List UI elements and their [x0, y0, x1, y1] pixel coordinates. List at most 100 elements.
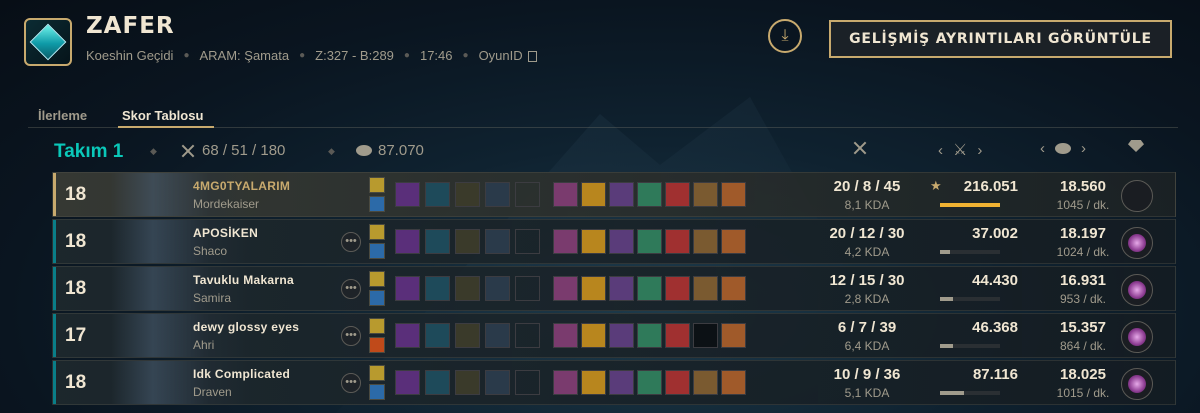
- item-icon[interactable]: [609, 323, 634, 348]
- match-score: Z:327 - B:289: [315, 48, 394, 63]
- gold-column-icon: [1055, 143, 1071, 154]
- game-id-label: OyunID: [478, 48, 523, 63]
- item-icon[interactable]: [581, 370, 606, 395]
- more-options-button[interactable]: •••: [341, 373, 361, 393]
- tab-progress[interactable]: İlerleme: [38, 108, 87, 123]
- player-gold-per-min: 864 / dk.: [1059, 339, 1107, 353]
- chevron-left-icon[interactable]: ‹: [1040, 140, 1045, 157]
- item-icon[interactable]: [721, 370, 746, 395]
- augment-icon: [485, 182, 510, 207]
- chevron-left-icon[interactable]: ‹: [938, 142, 943, 159]
- champion-name: Draven: [193, 385, 232, 399]
- item-icon[interactable]: [581, 182, 606, 207]
- item-icon[interactable]: [721, 182, 746, 207]
- player-damage: 46.368: [972, 319, 1018, 336]
- champion-name: Shaco: [193, 244, 228, 258]
- player-kda: 6 / 7 / 39: [837, 319, 897, 336]
- item-icon[interactable]: [665, 229, 690, 254]
- item-icon[interactable]: [693, 370, 718, 395]
- chevron-right-icon[interactable]: ›: [977, 142, 982, 159]
- item-icon[interactable]: [609, 229, 634, 254]
- row-accent: [53, 267, 56, 310]
- item-icon[interactable]: [693, 276, 718, 301]
- item-icon[interactable]: [609, 182, 634, 207]
- player-name[interactable]: APOSİKEN: [193, 226, 258, 240]
- augment-icon: [395, 323, 420, 348]
- summoner-spell-icon: [369, 318, 385, 334]
- chevron-right-icon[interactable]: ›: [1081, 140, 1086, 157]
- player-damage: 37.002: [972, 225, 1018, 242]
- item-icon[interactable]: [553, 229, 578, 254]
- item-icon[interactable]: [665, 276, 690, 301]
- item-icon[interactable]: [693, 229, 718, 254]
- augment-icon: [485, 229, 510, 254]
- honor-button[interactable]: [1121, 274, 1153, 306]
- item-icon[interactable]: [609, 276, 634, 301]
- kda-column-header[interactable]: [852, 140, 868, 156]
- more-options-button[interactable]: •••: [341, 232, 361, 252]
- item-icon[interactable]: [581, 276, 606, 301]
- item-icon[interactable]: [553, 182, 578, 207]
- honor-button[interactable]: [1121, 368, 1153, 400]
- damage-bar: [940, 250, 1000, 254]
- player-name[interactable]: Tavuklu Makarna: [193, 273, 294, 287]
- item-icon[interactable]: [637, 370, 662, 395]
- augment-icon: [425, 323, 450, 348]
- item-icon[interactable]: [581, 323, 606, 348]
- download-button[interactable]: ⤓: [768, 19, 802, 53]
- item-icon[interactable]: [721, 276, 746, 301]
- player-kda-ratio: 8,1 KDA: [844, 198, 890, 212]
- honor-button[interactable]: [1121, 227, 1153, 259]
- player-gold: 18.197: [1060, 225, 1106, 242]
- item-icon[interactable]: [637, 276, 662, 301]
- player-gold: 18.025: [1060, 366, 1106, 383]
- tab-scoreboard[interactable]: Skor Tablosu: [122, 108, 203, 123]
- item-icon[interactable]: [637, 229, 662, 254]
- honor-button[interactable]: [1121, 321, 1153, 353]
- player-kda: 12 / 15 / 30: [829, 272, 905, 289]
- game-mode: ARAM: Şamata: [199, 48, 290, 63]
- item-icon[interactable]: [553, 370, 578, 395]
- player-kda-ratio: 4,2 KDA: [844, 245, 890, 259]
- augment-icon: [425, 182, 450, 207]
- copy-icon[interactable]: [527, 51, 537, 62]
- player-row[interactable]: 18 Idk Complicated Draven ••• 10 / 9 / 36 5,1…: [52, 360, 1176, 405]
- more-options-button[interactable]: •••: [341, 326, 361, 346]
- item-icon[interactable]: [665, 182, 690, 207]
- player-row[interactable]: 17 dewy glossy eyes Ahri ••• 6 / 7 / 39 6,4 K…: [52, 313, 1176, 358]
- damage-bar: [940, 391, 1000, 395]
- item-icon[interactable]: [581, 229, 606, 254]
- player-name[interactable]: Idk Complicated: [193, 367, 290, 381]
- player-name[interactable]: dewy glossy eyes: [193, 320, 299, 334]
- champion-level: 18: [65, 231, 87, 252]
- champion-name: Mordekaiser: [193, 197, 260, 211]
- summoner-spell-icon: [369, 243, 385, 259]
- empty-augment-slot: [515, 370, 540, 395]
- item-icon[interactable]: [609, 370, 634, 395]
- player-row[interactable]: 18 4MG0TYALARIM Mordekaiser 20 / 8 / 45 8,1 …: [52, 172, 1176, 217]
- item-icon[interactable]: [637, 182, 662, 207]
- advanced-details-button[interactable]: GELİŞMİŞ AYRINTILARI GÖRÜNTÜLE: [829, 20, 1172, 58]
- player-kda-ratio: 2,8 KDA: [844, 292, 890, 306]
- download-icon: ⤓: [781, 27, 789, 44]
- item-icon[interactable]: [721, 323, 746, 348]
- damage-bar: [940, 297, 1000, 301]
- player-damage: 44.430: [972, 272, 1018, 289]
- player-name[interactable]: 4MG0TYALARIM: [193, 179, 290, 193]
- summoner-spell-icon: [369, 290, 385, 306]
- player-row[interactable]: 18 Tavuklu Makarna Samira ••• 12 / 15 / 30 2,…: [52, 266, 1176, 311]
- item-icon[interactable]: [721, 229, 746, 254]
- item-icon[interactable]: [665, 323, 690, 348]
- item-icon[interactable]: [665, 370, 690, 395]
- summoner-spell-icon: [369, 224, 385, 240]
- more-options-button[interactable]: •••: [341, 279, 361, 299]
- item-icon[interactable]: [553, 323, 578, 348]
- item-icon[interactable]: [693, 182, 718, 207]
- augment-icon: [395, 229, 420, 254]
- champion-level: 18: [65, 184, 87, 205]
- damage-bar-fill: [940, 203, 1000, 207]
- honor-button[interactable]: [1121, 180, 1153, 212]
- player-row[interactable]: 18 APOSİKEN Shaco ••• 20 / 12 / 30 4,2 KDA 37.…: [52, 219, 1176, 264]
- item-icon[interactable]: [637, 323, 662, 348]
- item-icon[interactable]: [553, 276, 578, 301]
